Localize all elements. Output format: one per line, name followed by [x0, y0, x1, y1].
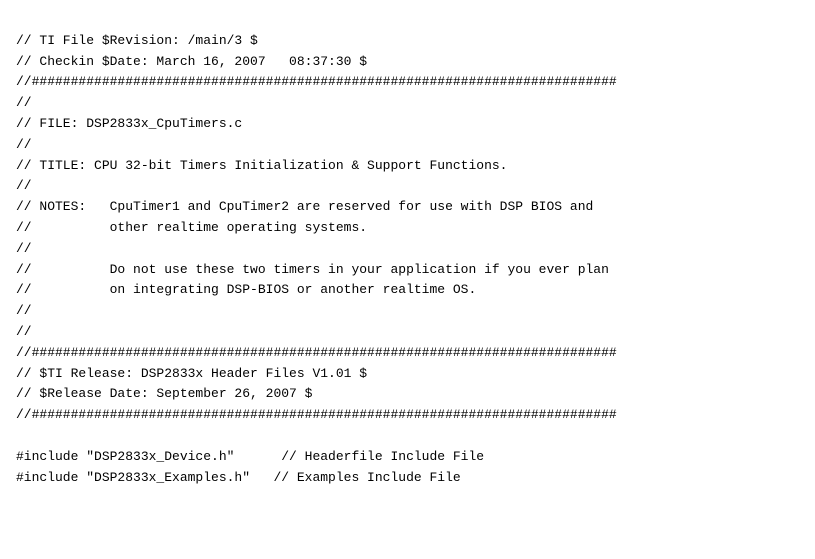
- code-line: // other realtime operating systems.: [16, 218, 799, 239]
- code-line: [16, 426, 799, 447]
- code-line: // Checkin $Date: March 16, 2007 08:37:3…: [16, 52, 799, 73]
- code-line: // NOTES: CpuTimer1 and CpuTimer2 are re…: [16, 197, 799, 218]
- code-line: //######################################…: [16, 72, 799, 93]
- code-line: // $Release Date: September 26, 2007 $: [16, 384, 799, 405]
- code-line: //: [16, 301, 799, 322]
- code-line: //: [16, 93, 799, 114]
- code-line: // TITLE: CPU 32-bit Timers Initializati…: [16, 156, 799, 177]
- code-line: //######################################…: [16, 343, 799, 364]
- code-content: // TI File $Revision: /main/3 $// Checki…: [16, 10, 799, 488]
- code-line: // $TI Release: DSP2833x Header Files V1…: [16, 364, 799, 385]
- code-line: //: [16, 176, 799, 197]
- code-line: // FILE: DSP2833x_CpuTimers.c: [16, 114, 799, 135]
- code-line: //: [16, 239, 799, 260]
- code-line: //######################################…: [16, 405, 799, 426]
- code-line: #include "DSP2833x_Examples.h" // Exampl…: [16, 468, 799, 489]
- code-line: //: [16, 135, 799, 156]
- code-line: // TI File $Revision: /main/3 $: [16, 31, 799, 52]
- code-line: // on integrating DSP-BIOS or another re…: [16, 280, 799, 301]
- code-line: // Do not use these two timers in your a…: [16, 260, 799, 281]
- code-line: #include "DSP2833x_Device.h" // Headerfi…: [16, 447, 799, 468]
- code-line: //: [16, 322, 799, 343]
